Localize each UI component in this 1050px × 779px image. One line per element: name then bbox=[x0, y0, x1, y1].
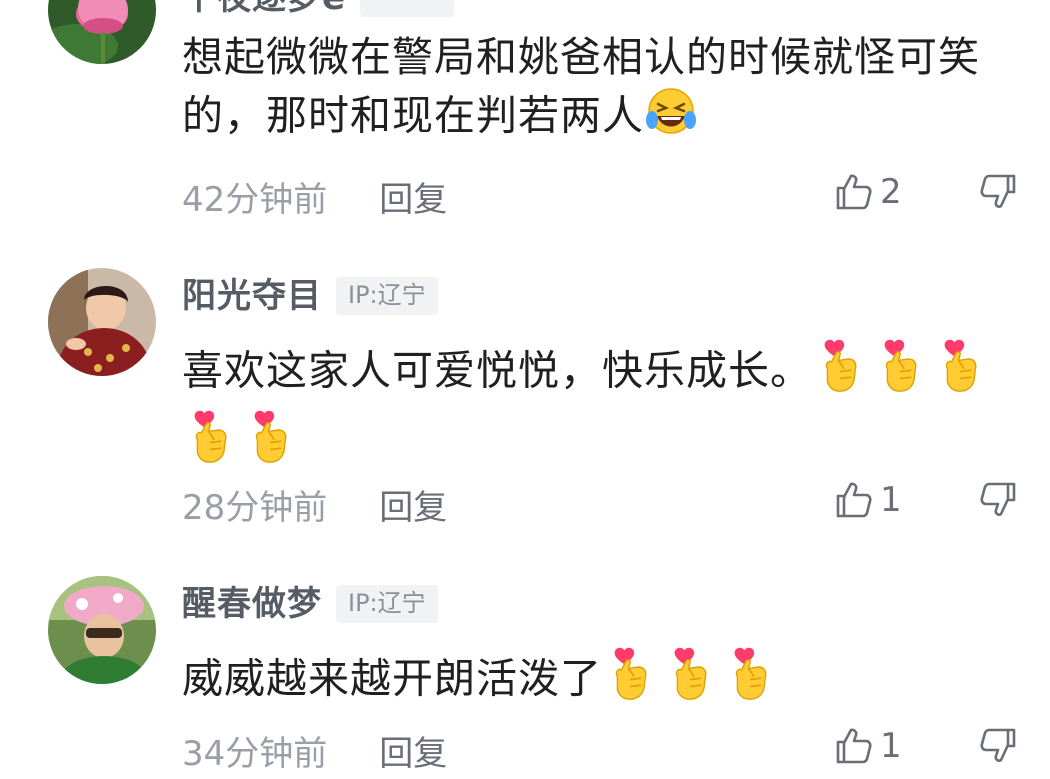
reply-button[interactable]: 回复 bbox=[379, 726, 447, 775]
finger-heart-icon bbox=[242, 409, 298, 480]
finger-heart-icon bbox=[932, 338, 988, 409]
like-count: 1 bbox=[880, 726, 902, 766]
like-count: 1 bbox=[880, 480, 902, 520]
dislike-button[interactable] bbox=[974, 726, 1018, 770]
reply-button[interactable]: 回复 bbox=[379, 172, 447, 221]
ip-location-badge bbox=[360, 0, 455, 17]
finger-heart-icon bbox=[872, 338, 928, 409]
rolling-on-floor-laughing-icon bbox=[644, 86, 698, 151]
finger-heart-icon bbox=[662, 646, 718, 717]
comment-text: 威威越来越开朗活泼了 bbox=[182, 646, 1032, 717]
username[interactable]: 千夜逐梦e bbox=[182, 0, 346, 18]
like-button[interactable]: 2 bbox=[834, 172, 902, 212]
finger-heart-icon bbox=[602, 646, 658, 717]
comment-text: 想起微微在警局和姚爸相认的时候就怪可笑的，那时和现在判若两人 bbox=[182, 28, 1032, 151]
finger-heart-icon bbox=[812, 338, 868, 409]
thumb-up-icon bbox=[836, 482, 872, 518]
avatar[interactable] bbox=[48, 268, 156, 376]
thumb-down-icon bbox=[980, 174, 1016, 208]
like-count: 2 bbox=[880, 172, 902, 212]
ip-location-badge: IP:辽宁 bbox=[336, 277, 438, 315]
comment-body: 威威越来越开朗活泼了 bbox=[182, 654, 602, 703]
comment-time: 28分钟前 bbox=[182, 488, 328, 528]
like-button[interactable]: 1 bbox=[834, 480, 902, 520]
comment-meta: 42分钟前 回复 bbox=[182, 172, 447, 221]
finger-heart-icon bbox=[722, 646, 778, 717]
comment-body: 想起微微在警局和姚爸相认的时候就怪可笑的，那时和现在判若两人 bbox=[182, 33, 980, 140]
dislike-button[interactable] bbox=[974, 480, 1018, 524]
comment-meta: 28分钟前 回复 bbox=[182, 480, 447, 529]
comment-body: 喜欢这家人可爱悦悦，快乐成长。 bbox=[182, 346, 812, 395]
comment-list: 千夜逐梦e 想起微微在警局和姚爸相认的时候就怪可笑的，那时和现在判若两人 42分… bbox=[0, 0, 1050, 779]
like-button[interactable]: 1 bbox=[834, 726, 902, 766]
thumb-up-icon bbox=[836, 174, 872, 210]
reply-button[interactable]: 回复 bbox=[379, 480, 447, 529]
finger-heart-icon bbox=[182, 409, 238, 480]
comment-text: 喜欢这家人可爱悦悦，快乐成长。 bbox=[182, 338, 1032, 480]
thumb-down-icon bbox=[980, 482, 1016, 516]
comment-meta: 34分钟前 回复 bbox=[182, 726, 447, 775]
comment-header: 醒春做梦 IP:辽宁 bbox=[182, 584, 438, 624]
comment-header: 阳光夺目 IP:辽宁 bbox=[182, 276, 438, 316]
thumb-up-icon bbox=[836, 728, 872, 764]
comment-time: 34分钟前 bbox=[182, 734, 328, 774]
dislike-button[interactable] bbox=[974, 172, 1018, 216]
comment-header: 千夜逐梦e bbox=[182, 0, 455, 18]
thumb-down-icon bbox=[980, 728, 1016, 762]
comment-time: 42分钟前 bbox=[182, 180, 328, 220]
avatar[interactable] bbox=[48, 576, 156, 684]
ip-location-badge: IP:辽宁 bbox=[336, 585, 438, 623]
avatar[interactable] bbox=[48, 0, 156, 64]
username[interactable]: 阳光夺目 bbox=[182, 276, 322, 316]
username[interactable]: 醒春做梦 bbox=[182, 584, 322, 624]
